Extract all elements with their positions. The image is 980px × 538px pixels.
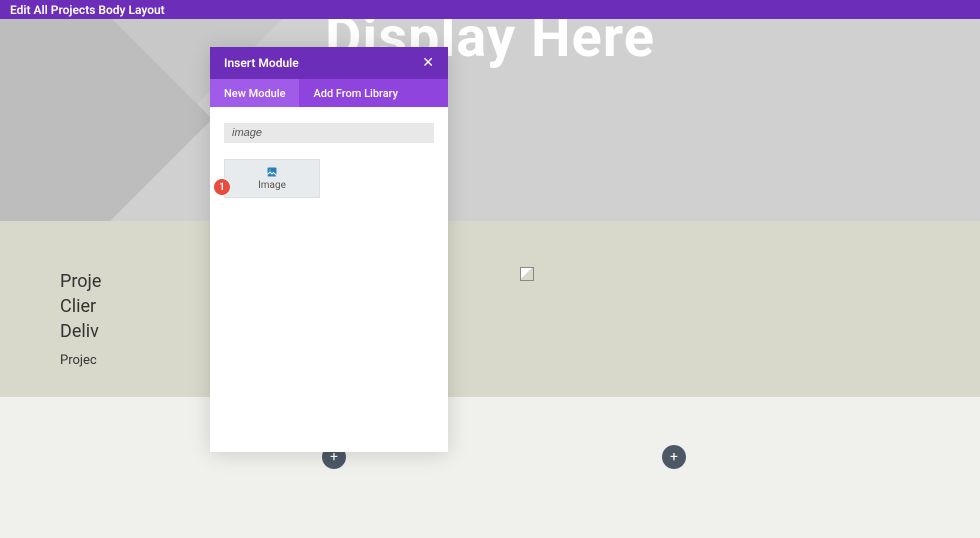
modal-header: Insert Module ✕ bbox=[210, 47, 448, 79]
tab-add-from-library[interactable]: Add From Library bbox=[299, 79, 412, 107]
insert-module-modal: Insert Module ✕ New Module Add From Libr… bbox=[210, 47, 448, 452]
modal-title: Insert Module bbox=[224, 56, 299, 70]
step-badge: 1 bbox=[213, 178, 231, 196]
modal-body: 1 Image bbox=[210, 107, 448, 452]
module-search-input[interactable] bbox=[224, 123, 434, 143]
project-sub: Projec bbox=[60, 353, 920, 368]
hero-section: Display Here bbox=[0, 19, 980, 221]
broken-image-icon bbox=[520, 267, 534, 281]
module-grid: 1 Image bbox=[224, 159, 434, 198]
section-add-button[interactable]: + bbox=[662, 445, 686, 469]
info-line: Deliv bbox=[60, 319, 920, 344]
module-label: Image bbox=[258, 180, 286, 191]
modal-tabs: New Module Add From Library bbox=[210, 79, 448, 107]
plus-icon: + bbox=[670, 449, 678, 465]
project-info: Proje Clier Deliv bbox=[60, 269, 920, 345]
image-icon bbox=[266, 166, 278, 178]
module-item-image[interactable]: 1 Image bbox=[224, 159, 320, 198]
content-section: Proje Clier Deliv Projec bbox=[0, 221, 980, 397]
info-line: Proje bbox=[60, 269, 920, 294]
info-line: Clier bbox=[60, 294, 920, 319]
lower-section: + + bbox=[0, 397, 980, 538]
tab-new-module[interactable]: New Module bbox=[210, 79, 299, 107]
top-bar-title: Edit All Projects Body Layout bbox=[10, 3, 165, 17]
editor-top-bar: Edit All Projects Body Layout bbox=[0, 0, 980, 19]
close-icon[interactable]: ✕ bbox=[422, 56, 434, 70]
